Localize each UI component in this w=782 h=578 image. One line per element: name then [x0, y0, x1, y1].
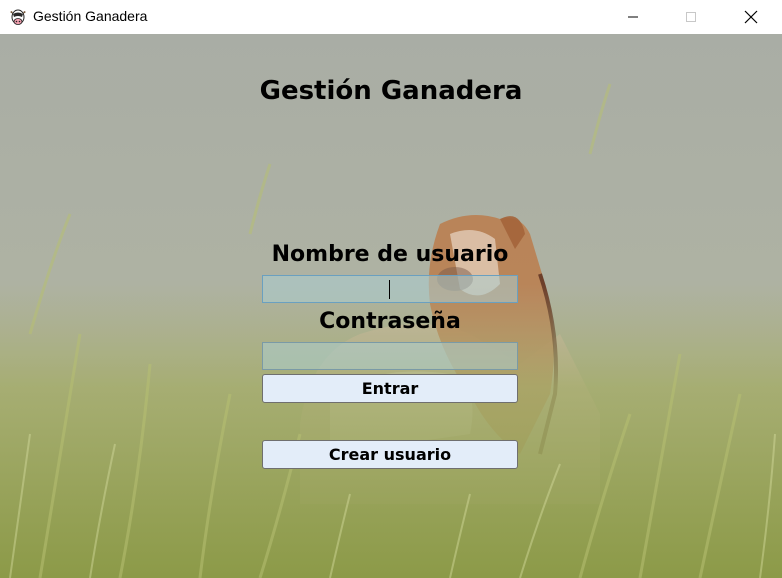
login-panel: Gestión Ganadera Nombre de usuario Contr…: [0, 34, 782, 578]
password-label: Contraseña: [319, 309, 461, 334]
password-input[interactable]: [262, 342, 518, 370]
cow-icon: [8, 7, 28, 27]
title-bar: Gestión Ganadera: [0, 0, 782, 34]
close-icon: [744, 10, 758, 24]
window-title: Gestión Ganadera: [33, 8, 148, 24]
username-input[interactable]: [262, 275, 518, 303]
minimize-button[interactable]: [610, 0, 656, 34]
text-cursor: [389, 280, 390, 299]
maximize-button[interactable]: [668, 0, 714, 34]
enter-button[interactable]: Entrar: [262, 374, 518, 403]
page-title: Gestión Ganadera: [259, 76, 523, 106]
maximize-icon: [686, 12, 696, 22]
minimize-icon: [628, 16, 638, 18]
username-label: Nombre de usuario: [271, 242, 509, 267]
close-button[interactable]: [728, 0, 774, 34]
background-image: [0, 34, 782, 578]
app-window: Gestión Ganadera Gestión Ganadera Nombre…: [0, 0, 782, 578]
create-user-button[interactable]: Crear usuario: [262, 440, 518, 469]
